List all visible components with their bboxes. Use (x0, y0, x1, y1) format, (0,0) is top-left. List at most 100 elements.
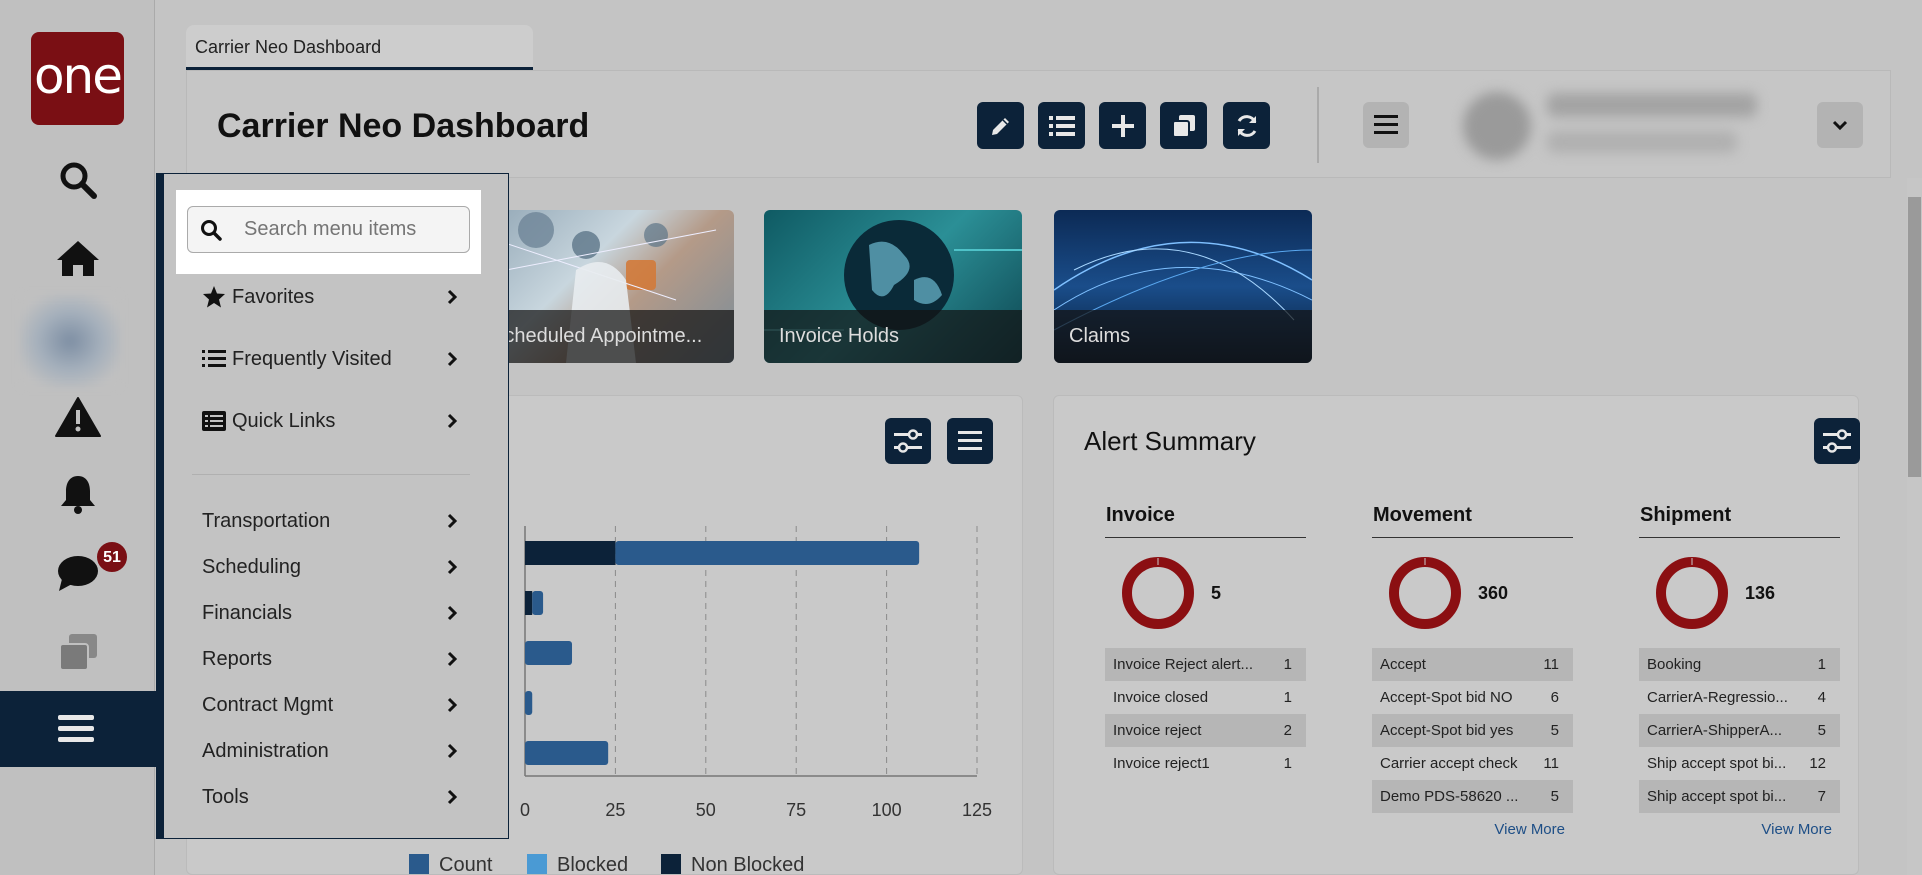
main-menu-button[interactable] (0, 691, 180, 767)
alert-row-label: Ship accept spot bi... (1647, 788, 1787, 805)
menu-search-field[interactable] (187, 206, 470, 253)
menu-item-label: Quick Links (232, 409, 336, 432)
chevron-right-icon (447, 697, 457, 713)
alert-icon[interactable] (47, 389, 109, 445)
menu-item-label: Scheduling (202, 555, 301, 578)
alert-row[interactable]: Demo PDS-58620 ... 5 (1372, 780, 1573, 813)
alert-row-count: 5 (1817, 722, 1826, 739)
options-menu-button[interactable] (1363, 102, 1409, 148)
menu-item-label: Reports (202, 647, 273, 670)
tile-label: Claims (1054, 310, 1312, 363)
menu-item-administration[interactable]: Administration (202, 731, 457, 771)
menu-item-tools[interactable]: Tools (202, 777, 457, 817)
add-button[interactable] (1099, 102, 1146, 149)
app-logo[interactable]: one (31, 32, 124, 125)
chevron-right-icon (447, 743, 457, 759)
tile-invoice-holds[interactable]: Invoice Holds (764, 210, 1022, 363)
profile-dropdown-button[interactable] (1817, 102, 1863, 148)
tile-scheduled-appointments[interactable]: Scheduled Appointme... (476, 210, 734, 363)
menu-item-frequently-visited[interactable]: Frequently Visited (202, 339, 457, 379)
alert-row[interactable]: Booking 1 (1639, 648, 1840, 681)
alert-row[interactable]: CarrierA-ShipperA... 5 (1639, 714, 1840, 747)
sliders-icon (1823, 429, 1851, 453)
list-button[interactable] (1038, 102, 1085, 149)
menu-item-label: Favorites (232, 285, 315, 308)
alert-row[interactable]: Accept-Spot bid yes 5 (1372, 714, 1573, 747)
chevron-right-icon (447, 413, 457, 429)
search-icon (201, 219, 222, 241)
donut-chart (1389, 557, 1461, 629)
legend-label: Count (439, 854, 493, 875)
menu-item-transportation[interactable]: Transportation (202, 501, 457, 541)
tab-carrier-neo-dashboard[interactable]: Carrier Neo Dashboard (186, 25, 533, 70)
alert-row[interactable]: Invoice closed 1 (1105, 681, 1306, 714)
search-icon[interactable] (47, 152, 109, 208)
menu-item-scheduling[interactable]: Scheduling (202, 547, 457, 587)
bell-icon[interactable] (47, 466, 109, 522)
chevron-right-icon (447, 513, 457, 529)
chevron-right-icon (447, 559, 457, 575)
menu-item-label: Frequently Visited (232, 347, 392, 370)
alert-row[interactable]: Invoice Reject alert... 1 (1105, 648, 1306, 681)
star-icon (202, 285, 232, 309)
alert-row[interactable]: CarrierA-Regressio... 4 (1639, 681, 1840, 714)
alert-row-count: 6 (1550, 689, 1559, 706)
alert-column-title: Shipment (1639, 504, 1840, 538)
tile-label: Invoice Holds (764, 310, 1022, 363)
alert-row-label: Demo PDS-58620 ... (1380, 788, 1519, 805)
chevron-right-icon (447, 651, 457, 667)
menu-item-contract-mgmt[interactable]: Contract Mgmt (202, 685, 457, 725)
alert-row[interactable]: Ship accept spot bi... 7 (1639, 780, 1840, 813)
blurred-rail-item[interactable] (20, 295, 120, 387)
menu-item-reports[interactable]: Reports (202, 639, 457, 679)
menu-search-input[interactable] (244, 218, 464, 241)
menu-item-label: Contract Mgmt (202, 693, 334, 716)
menu-item-label: Financials (202, 601, 293, 624)
view-more-link[interactable]: View More (1639, 813, 1840, 838)
windows-icon[interactable] (47, 624, 109, 680)
list-ol-icon (202, 348, 232, 370)
x-tick-label: 100 (872, 800, 902, 820)
menu-item-favorites[interactable]: Favorites (202, 277, 457, 317)
alert-row[interactable]: Accept-Spot bid NO 6 (1372, 681, 1573, 714)
bar-segment-count (615, 541, 920, 565)
alert-row[interactable]: Invoice reject1 1 (1105, 747, 1306, 780)
alert-row-label: Invoice reject (1113, 722, 1202, 739)
page-header: Carrier Neo Dashboard (186, 70, 1891, 178)
home-icon[interactable] (47, 230, 109, 286)
alert-total: 136 (1745, 582, 1776, 603)
user-profile[interactable] (1457, 83, 1777, 169)
menu-item-quick-links[interactable]: Quick Links (202, 401, 457, 441)
hamburger-icon (1374, 115, 1398, 134)
bar-segment-count (532, 591, 544, 615)
refresh-button[interactable] (1223, 102, 1270, 149)
left-rail: one 51 (0, 0, 180, 875)
page-scrollbar-thumb[interactable] (1908, 197, 1921, 477)
alert-row[interactable]: Invoice reject 2 (1105, 714, 1306, 747)
alert-column-title: Movement (1372, 504, 1573, 538)
donut-chart (1656, 557, 1728, 629)
legend-label: Non Blocked (691, 854, 804, 875)
edit-button[interactable] (977, 102, 1024, 149)
plus-icon (1111, 114, 1134, 137)
menu-item-financials[interactable]: Financials (202, 593, 457, 633)
tile-claims[interactable]: Claims (1054, 210, 1312, 363)
alert-settings-button[interactable] (1814, 418, 1860, 464)
menu-item-label: Tools (202, 785, 249, 808)
x-tick-label: 50 (696, 800, 716, 820)
alert-row[interactable]: Carrier accept check 11 (1372, 747, 1573, 780)
chevron-right-icon (447, 289, 457, 305)
alert-row[interactable]: Accept 11 (1372, 648, 1573, 681)
view-more-link[interactable]: View More (1372, 813, 1573, 838)
bar-segment-non-blocked (525, 541, 616, 565)
menu-item-label: Transportation (202, 509, 331, 532)
alert-row-count: 11 (1543, 656, 1559, 673)
alert-row[interactable]: Ship accept spot bi... 12 (1639, 747, 1840, 780)
bar-segment-non-blocked (525, 591, 533, 615)
alert-row-label: Ship accept spot bi... (1647, 755, 1787, 772)
alert-row-label: CarrierA-Regressio... (1647, 689, 1788, 706)
copy-button[interactable] (1160, 102, 1207, 149)
legend-swatch (661, 854, 681, 874)
alert-row-label: Accept-Spot bid yes (1380, 722, 1514, 739)
alert-row-count: 1 (1283, 689, 1292, 706)
